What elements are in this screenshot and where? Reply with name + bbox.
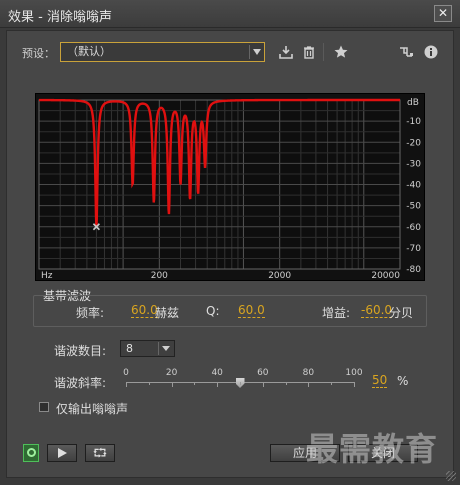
chevron-down-icon: [162, 346, 170, 351]
y-tick-label: -60: [406, 223, 421, 233]
frequency-label: 频率:: [76, 306, 105, 320]
dropdown-divider: [249, 45, 250, 59]
gain-value[interactable]: -60.0: [361, 304, 393, 318]
star-icon[interactable]: [333, 44, 349, 60]
slope-slider[interactable]: 0 20 40 60 80 100: [122, 368, 363, 392]
q-label: Q:: [206, 304, 220, 318]
x-tick-label: 200: [151, 271, 168, 281]
x-tick-label: Hz: [41, 271, 53, 281]
watermark-logo: 最需教育: [306, 430, 439, 468]
gain-unit: 分贝: [389, 306, 414, 320]
slider-tick-label: 100: [345, 368, 363, 378]
slider-tick: [126, 382, 127, 387]
preset-dropdown[interactable]: （默认）: [60, 42, 265, 62]
frequency-response-svg: dB -10 -20 -30 -40 -50 -60 -70 -80 Hz 200 2000 20000: [38, 98, 421, 281]
slider-tick: [148, 382, 150, 385]
download-icon[interactable]: [278, 44, 294, 60]
slider-tick: [262, 382, 264, 387]
q-value[interactable]: 60.0: [238, 304, 265, 318]
y-tick-label: -20: [406, 138, 421, 148]
chevron-down-icon: [253, 49, 261, 55]
slider-tick: [354, 382, 355, 387]
slider-tick-label: 60: [257, 368, 269, 378]
y-tick-label: -10: [406, 117, 421, 127]
slope-value[interactable]: 50: [372, 374, 388, 388]
y-tick-label: -40: [406, 181, 421, 191]
slider-tick: [240, 382, 241, 385]
slider-tick: [217, 382, 219, 387]
slider-tick: [285, 382, 287, 385]
loop-icon: ⮔: [92, 446, 108, 460]
x-tick-label: 2000: [268, 271, 291, 281]
trash-icon[interactable]: [301, 44, 317, 60]
frequency-unit: 赫兹: [155, 306, 180, 320]
play-icon: [58, 448, 67, 458]
harmonics-value: 8: [126, 342, 133, 355]
slider-tick: [171, 382, 173, 387]
slider-tick: [194, 382, 196, 385]
loop-toggle-button[interactable]: ⮔: [85, 444, 115, 462]
gain-label: 增益:: [322, 306, 351, 320]
resize-grip[interactable]: [446, 471, 456, 481]
close-window-button[interactable]: ✕: [434, 5, 452, 22]
y-tick-label: -50: [406, 202, 421, 212]
frequency-value[interactable]: 60.0: [131, 304, 158, 318]
slope-unit: %: [397, 374, 409, 388]
slider-tick-label: 80: [302, 368, 315, 378]
harmonics-label: 谐波数目:: [54, 344, 107, 358]
y-axis-unit-label: dB: [407, 98, 419, 108]
preset-value: （默认）: [67, 45, 111, 58]
y-tick-label: -30: [406, 159, 421, 169]
slider-tick-label: 0: [123, 368, 129, 378]
routing-icon[interactable]: [398, 44, 414, 60]
y-tick-label: -70: [406, 244, 421, 254]
dropdown-divider: [158, 342, 159, 355]
power-toggle-button[interactable]: [23, 444, 39, 462]
info-icon[interactable]: [423, 44, 439, 60]
slider-tick-label: 20: [165, 368, 178, 378]
window-title: 效果 - 消除嗡嗡声: [8, 10, 112, 25]
slider-tick: [308, 382, 310, 387]
play-preview-button[interactable]: [47, 444, 77, 462]
frequency-response-graph[interactable]: dB -10 -20 -30 -40 -50 -60 -70 -80 Hz 200 2000 20000: [35, 93, 425, 281]
output-hum-only-label[interactable]: 仅输出嗡嗡声: [56, 400, 128, 417]
slider-tick: [331, 382, 333, 385]
slope-label: 谐波斜率:: [54, 376, 107, 390]
power-icon: [27, 448, 36, 457]
output-hum-only-checkbox[interactable]: [39, 402, 49, 412]
x-tick-label: 20000: [371, 271, 400, 281]
y-tick-label: -80: [406, 265, 421, 275]
title-bar: 效果 - 消除嗡嗡声 ✕: [0, 0, 460, 28]
slider-tick-label: 40: [211, 368, 223, 378]
harmonics-dropdown[interactable]: 8: [120, 340, 175, 357]
toolbar-divider: [323, 43, 324, 61]
preset-label: 预设：: [22, 47, 55, 60]
